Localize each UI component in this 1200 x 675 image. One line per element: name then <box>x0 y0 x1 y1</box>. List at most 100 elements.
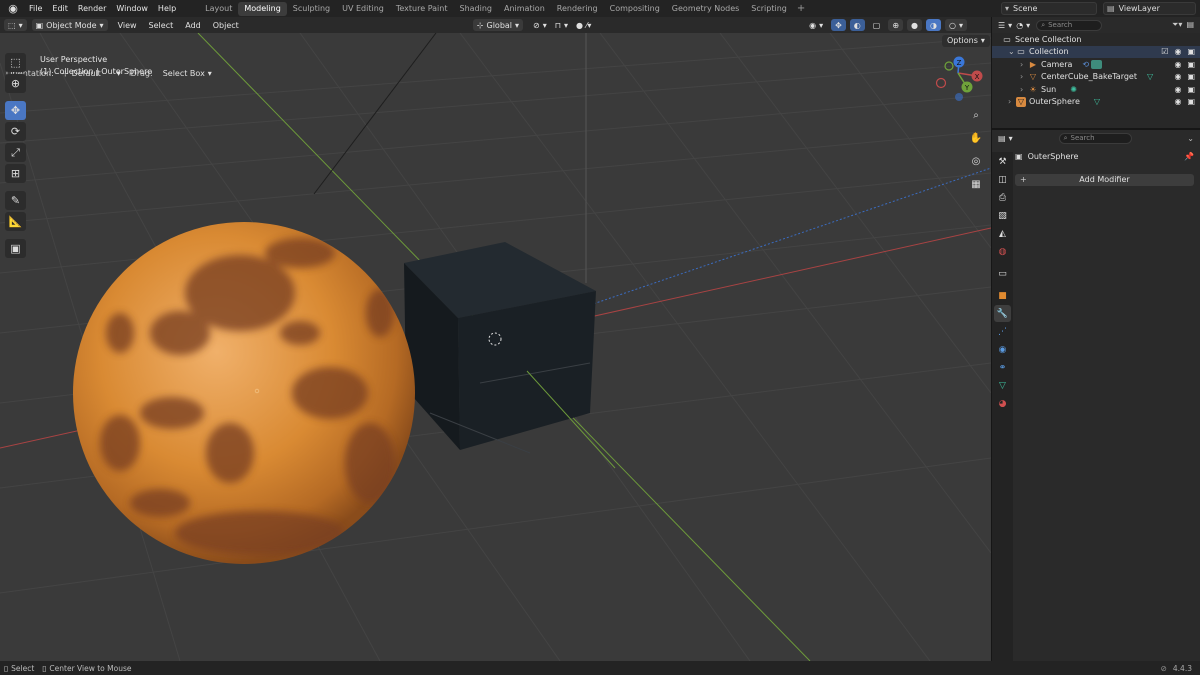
camera-restrict-icon[interactable]: ▣ <box>1187 60 1195 69</box>
properties-search[interactable]: ⌕ Search <box>1058 132 1132 144</box>
camera-restrict-icon[interactable]: ▣ <box>1187 72 1195 81</box>
overlays-toggle[interactable]: ◐ <box>849 19 865 31</box>
menu-object[interactable]: Object <box>207 21 245 30</box>
expand-icon[interactable]: ⌄ <box>1008 47 1016 56</box>
tab-render[interactable]: ◫ <box>994 171 1011 188</box>
3d-viewport[interactable]: X Z Y Orientation: ⊹ Default ▾ Drag: Selec… <box>0 33 991 661</box>
options-button[interactable]: Options ▾ <box>942 35 990 47</box>
tab-material[interactable]: ◕ <box>994 395 1011 412</box>
expand-icon[interactable]: › <box>1020 60 1028 69</box>
shading-material[interactable]: ◑ <box>926 19 941 31</box>
camera-restrict-icon[interactable]: ▣ <box>1187 85 1195 94</box>
tab-constraints[interactable]: ⚭ <box>994 359 1011 376</box>
menu-select[interactable]: Select <box>143 21 180 30</box>
add-cube-tool[interactable]: ▣ <box>5 239 26 258</box>
properties-editor-type[interactable]: ▤ ▾ <box>998 132 1013 144</box>
outer-sphere[interactable] <box>73 222 415 564</box>
tab-scripting[interactable]: Scripting <box>745 2 793 16</box>
rotate-tool[interactable]: ⟳ <box>5 122 26 141</box>
scale-tool[interactable]: ⤢ <box>5 143 26 162</box>
camera-restrict-icon[interactable]: ▣ <box>1187 97 1195 106</box>
display-mode-dropdown[interactable]: ◔ ▾ <box>1016 19 1030 31</box>
tab-uv-editing[interactable]: UV Editing <box>336 2 390 16</box>
tab-animation[interactable]: Animation <box>498 2 551 16</box>
transform-tool[interactable]: ⊞ <box>5 164 26 183</box>
tab-modifiers[interactable]: 🔧 <box>994 305 1011 322</box>
tab-compositing[interactable]: Compositing <box>604 2 666 16</box>
outliner-item-outersphere[interactable]: › ▽ OuterSphere ▽ ◉ ▣ <box>992 96 1200 109</box>
tab-collection[interactable]: ▭ <box>994 265 1011 282</box>
tab-world[interactable]: ◍ <box>994 243 1011 260</box>
tab-modeling[interactable]: Modeling <box>238 1 287 16</box>
menu-render[interactable]: Render <box>73 0 111 17</box>
outliner-item-centercube[interactable]: › ▽ CenterCube_BakeTarget ▽ ◉ ▣ <box>992 71 1200 84</box>
blender-logo-icon[interactable]: ◉ <box>6 2 20 16</box>
measure-tool[interactable]: 📐 <box>5 212 26 231</box>
menu-file[interactable]: File <box>24 0 47 17</box>
outliner-search[interactable]: ⌕ Search <box>1036 19 1103 31</box>
shading-rendered[interactable]: ○ ▾ <box>945 19 967 31</box>
ortho-toggle-button[interactable]: ▦ <box>967 175 985 193</box>
menu-edit[interactable]: Edit <box>47 0 73 17</box>
collection-row[interactable]: ⌄ ▭ Collection ☑ ◉ ▣ <box>992 45 1200 58</box>
tab-particles[interactable]: ⋰ <box>994 323 1011 340</box>
tab-output[interactable]: ⎙ <box>994 189 1011 206</box>
scene-selector[interactable]: ▾ Scene <box>1001 2 1097 15</box>
new-collection-icon[interactable]: ▤ <box>1186 20 1194 30</box>
chevron-down-icon[interactable]: ⌄ <box>1187 134 1194 143</box>
transform-orientation-dropdown[interactable]: ⊹ Global ▾ <box>472 19 524 31</box>
tab-shading[interactable]: Shading <box>453 2 498 16</box>
eye-icon[interactable]: ◉ <box>1174 72 1181 81</box>
camera-view-button[interactable]: ◎ <box>967 152 985 170</box>
tab-physics[interactable]: ◉ <box>994 341 1011 358</box>
menu-add[interactable]: Add <box>179 21 207 30</box>
tab-data[interactable]: ▽ <box>994 377 1011 394</box>
checkbox-icon[interactable]: ☑ <box>1161 47 1168 56</box>
filter-icon[interactable]: ⏷▾ <box>1172 20 1182 30</box>
gizmo-toggle[interactable]: ✥ <box>831 19 846 31</box>
outliner-item-sun[interactable]: › ☀ Sun ✺ ◉ ▣ <box>992 83 1200 96</box>
visibility-dropdown[interactable]: ◉ ▾ <box>805 19 827 31</box>
tab-sculpting[interactable]: Sculpting <box>287 2 336 16</box>
proportional-edit-toggle[interactable]: ● ⁄▾ <box>572 19 595 31</box>
xray-toggle[interactable]: ▢ <box>869 19 885 31</box>
viewport-canvas[interactable]: X Z Y <box>0 33 991 661</box>
tab-view-layer[interactable]: ▧ <box>994 207 1011 224</box>
expand-icon[interactable]: › <box>1020 72 1028 81</box>
annotate-tool[interactable]: ✎ <box>5 191 26 210</box>
outliner-editor-type[interactable]: ☰ ▾ <box>998 19 1012 31</box>
view-layer-selector[interactable]: ▤ ViewLayer <box>1103 2 1196 15</box>
select-box-tool[interactable]: ⬚ <box>5 53 26 72</box>
shading-wireframe[interactable]: ⊕ <box>888 19 904 31</box>
camera-restrict-icon[interactable]: ▣ <box>1187 47 1195 56</box>
add-modifier-button[interactable]: + Add Modifier <box>1015 174 1194 186</box>
menu-view[interactable]: View <box>112 21 143 30</box>
tab-object[interactable]: ■ <box>994 287 1011 304</box>
eye-icon[interactable]: ◉ <box>1174 85 1181 94</box>
shading-solid[interactable]: ● <box>907 19 923 31</box>
eye-icon[interactable]: ◉ <box>1174 60 1181 69</box>
tab-geometry-nodes[interactable]: Geometry Nodes <box>666 2 745 16</box>
tab-scene[interactable]: ◭ <box>994 225 1011 242</box>
editor-type-button[interactable]: ⬚ ▾ <box>4 19 27 31</box>
eye-icon[interactable]: ◉ <box>1174 47 1181 56</box>
menu-window[interactable]: Window <box>111 0 153 17</box>
pin-icon[interactable]: 📌 <box>1184 152 1194 161</box>
drag-dropdown[interactable]: Select Box ▾ <box>159 68 216 80</box>
snap-toggle[interactable]: ⊓ ▾ <box>551 19 572 31</box>
tab-tool[interactable]: ⚒ <box>994 153 1011 170</box>
expand-icon[interactable]: › <box>1008 97 1016 106</box>
tab-layout[interactable]: Layout <box>199 2 238 16</box>
menu-help[interactable]: Help <box>153 0 181 17</box>
eye-icon[interactable]: ◉ <box>1174 97 1181 106</box>
add-workspace-button[interactable]: + <box>793 3 809 14</box>
cursor-tool[interactable]: ⊕ <box>5 74 26 93</box>
tab-texture-paint[interactable]: Texture Paint <box>390 2 454 16</box>
mode-dropdown[interactable]: ▣ Object Mode ▾ <box>31 19 108 31</box>
pan-button[interactable]: ✋ <box>967 129 985 147</box>
outliner-item-camera[interactable]: › ▶ Camera ⟲ ◉ ▣ <box>992 58 1200 71</box>
zoom-button[interactable]: ⌕ <box>967 106 985 124</box>
expand-icon[interactable]: › <box>1020 85 1028 94</box>
tab-rendering[interactable]: Rendering <box>551 2 604 16</box>
scene-collection-row[interactable]: ▭ Scene Collection <box>992 33 1200 46</box>
